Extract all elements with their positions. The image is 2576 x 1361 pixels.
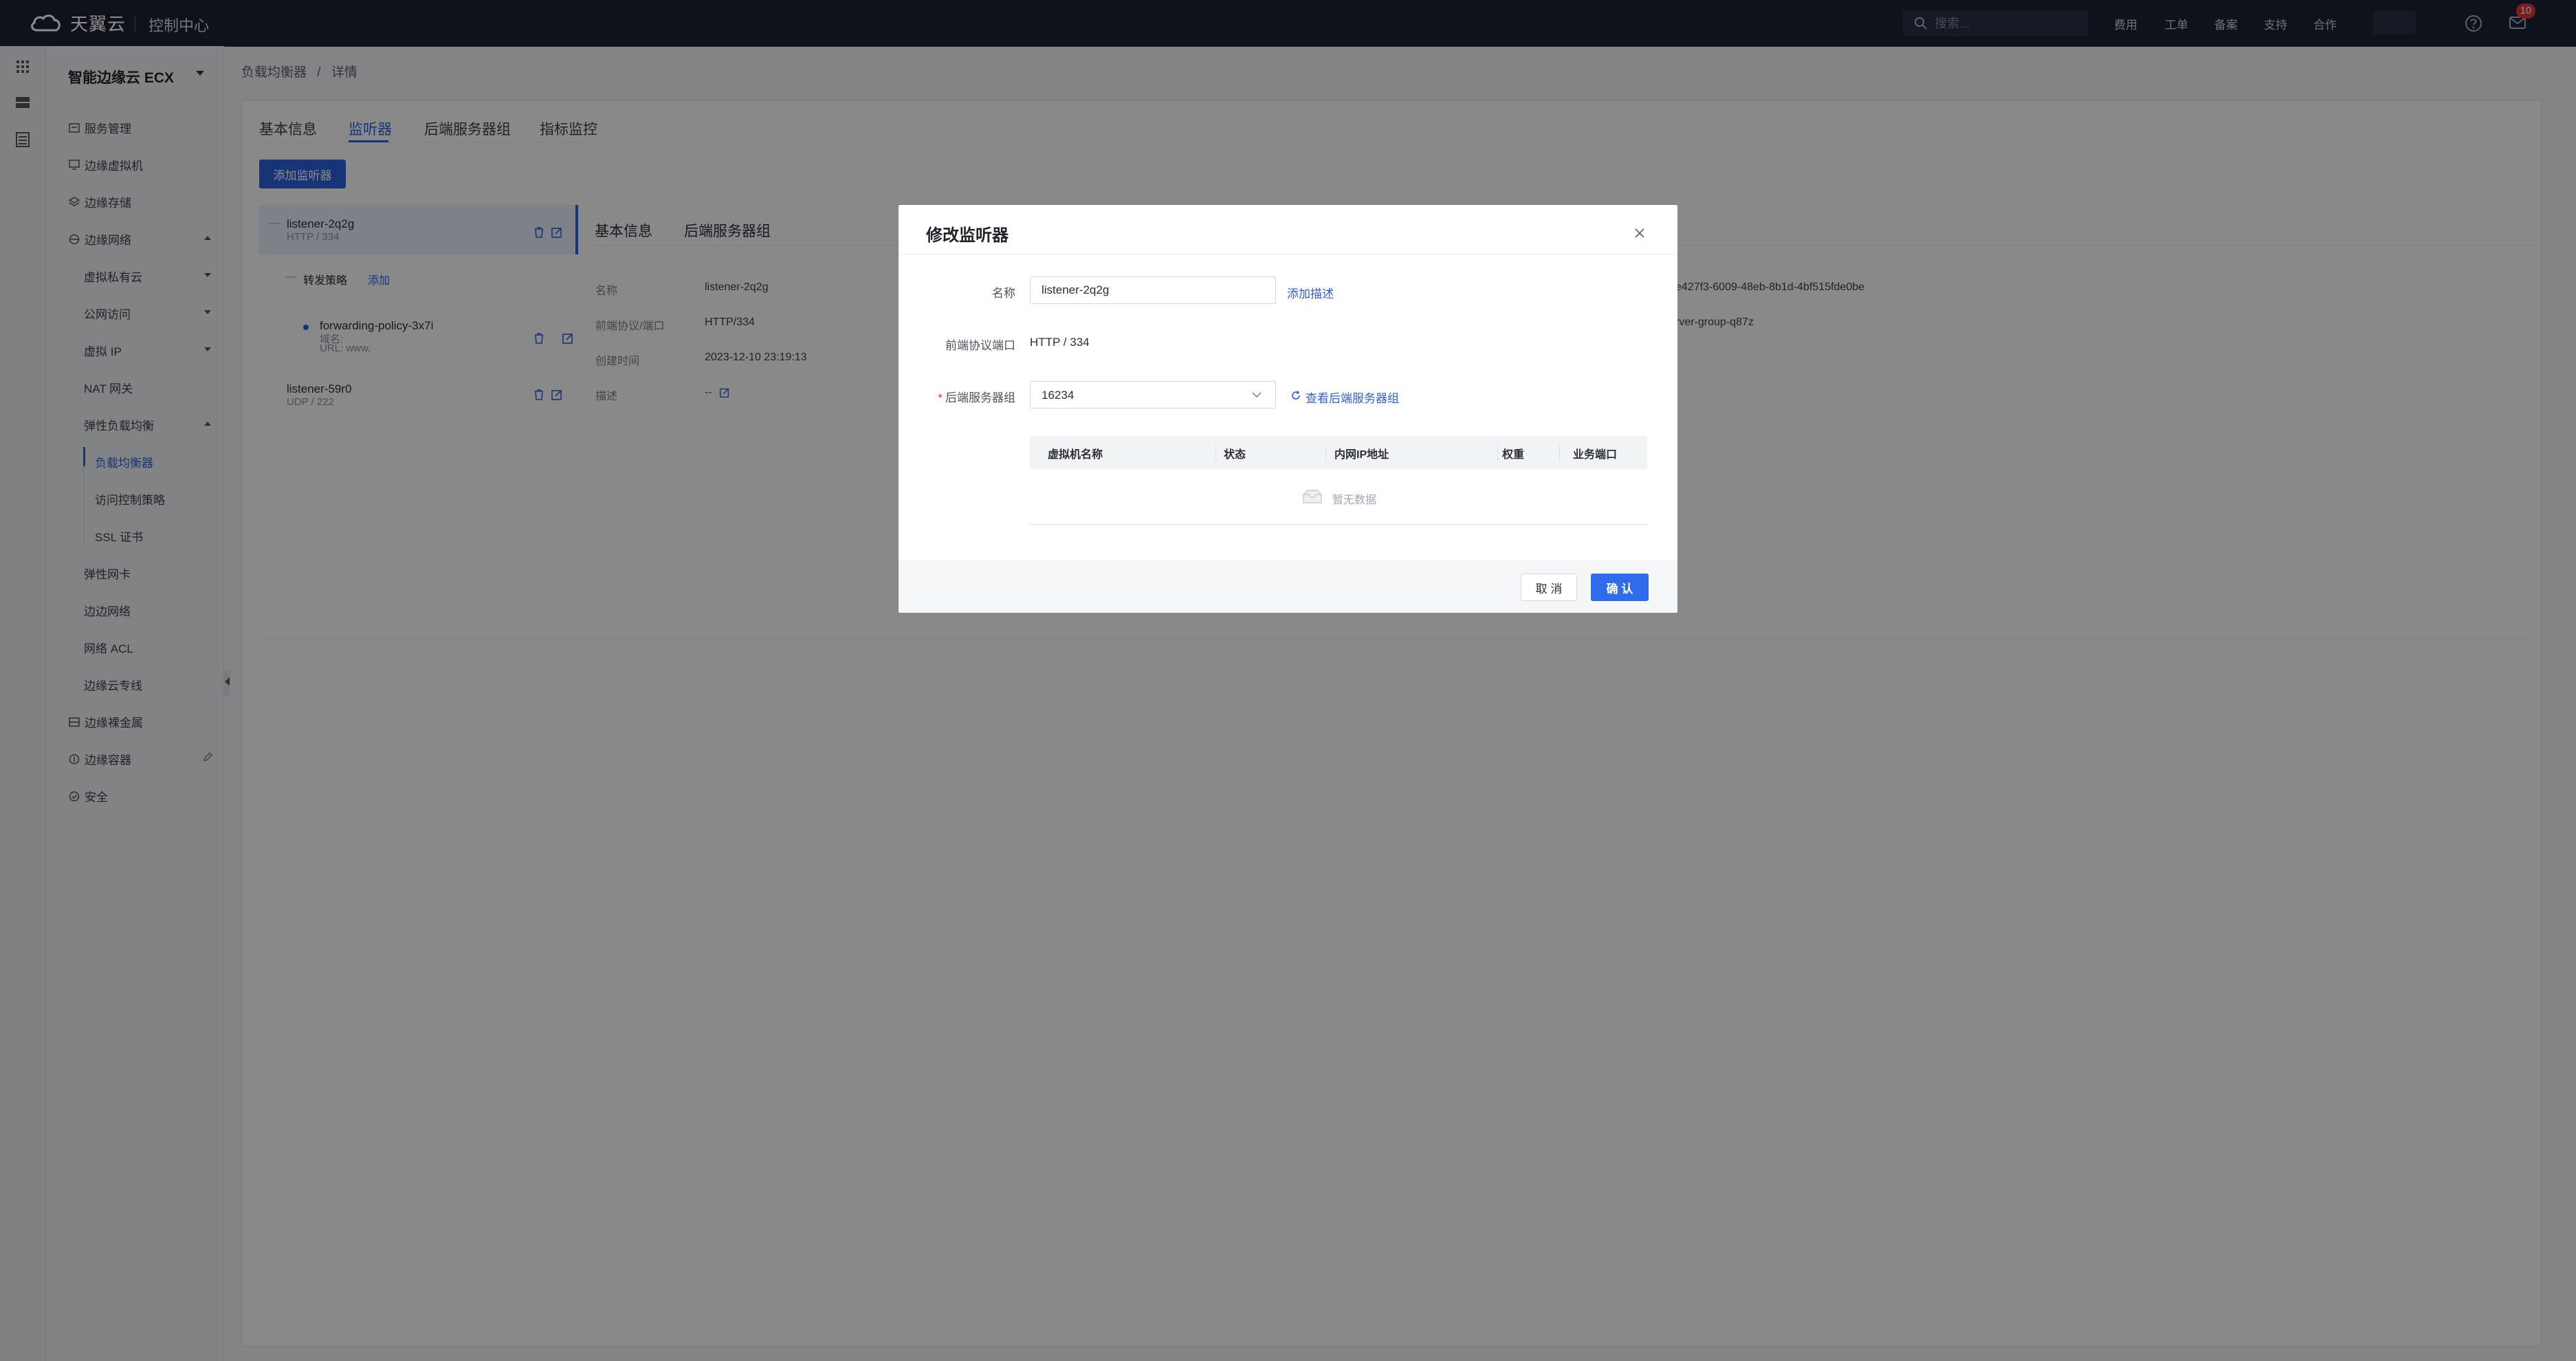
dialog-footer: 取 消 确 认 bbox=[899, 560, 1677, 613]
name-input[interactable] bbox=[1030, 276, 1276, 304]
table-bottom-line bbox=[1030, 524, 1647, 525]
col-port: 业务端口 bbox=[1573, 449, 1618, 461]
backend-group-value: 16234 bbox=[1042, 389, 1075, 402]
dialog-title: 修改监听器 bbox=[926, 226, 1009, 245]
modal-overlay[interactable] bbox=[0, 0, 2576, 1361]
column-separator bbox=[1325, 444, 1326, 461]
col-weight: 权重 bbox=[1502, 449, 1525, 461]
name-label: 名称 bbox=[992, 287, 1015, 300]
table-header: 虚拟机名称 状态 内网IP地址 权重 业务端口 bbox=[1030, 436, 1647, 469]
backend-group-label: * 后端服务器组 bbox=[899, 388, 1015, 405]
confirm-button[interactable]: 确 认 bbox=[1591, 574, 1649, 601]
close-icon[interactable] bbox=[1632, 226, 1647, 241]
backend-group-label-text: 后端服务器组 bbox=[945, 391, 1015, 404]
column-separator bbox=[1559, 444, 1560, 461]
port-value: HTTP / 334 bbox=[1030, 336, 1090, 349]
column-separator bbox=[1215, 444, 1216, 461]
col-private-ip: 内网IP地址 bbox=[1334, 449, 1389, 461]
empty-box-icon bbox=[1303, 490, 1322, 503]
port-label: 前端协议端口 bbox=[945, 339, 1015, 352]
col-status: 状态 bbox=[1224, 449, 1246, 461]
cancel-button[interactable]: 取 消 bbox=[1521, 574, 1577, 601]
chevron-down-icon bbox=[1252, 392, 1262, 398]
column-separator bbox=[1497, 444, 1498, 461]
required-asterisk: * bbox=[938, 391, 943, 404]
backend-group-select[interactable]: 16234 bbox=[1030, 381, 1276, 409]
col-vm-name: 虚拟机名称 bbox=[1048, 449, 1103, 461]
edit-listener-dialog: 修改监听器 名称 添加描述 前端协议端口 HTTP / 334 *后端服务器组 … bbox=[899, 205, 1677, 613]
empty-text: 暂无数据 bbox=[1332, 494, 1377, 506]
refresh-icon[interactable] bbox=[1290, 390, 1301, 401]
add-description-link[interactable]: 添加描述 bbox=[1287, 284, 1334, 301]
empty-state: 暂无数据 bbox=[1030, 469, 1647, 524]
view-backend-group-link[interactable]: 查看后端服务器组 bbox=[1306, 389, 1399, 406]
